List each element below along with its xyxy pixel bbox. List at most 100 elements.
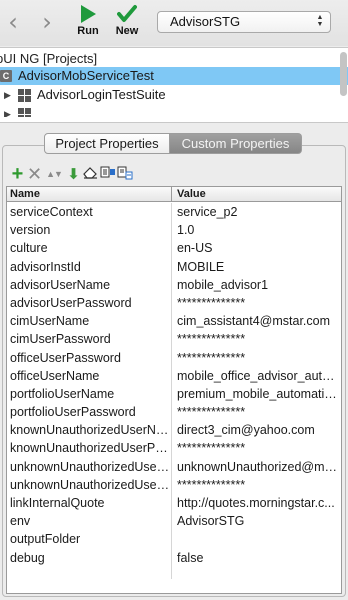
property-name-cell[interactable]: advisorUserPassword: [10, 294, 170, 312]
property-value-cell[interactable]: **************: [177, 403, 337, 421]
remove-property-x-icon[interactable]: ✕: [26, 165, 43, 183]
property-value-cell[interactable]: en-US: [177, 239, 337, 257]
table-row[interactable]: portfolioUserName premium_mobile_automati…: [7, 385, 341, 403]
environment-value: AdvisorSTG: [170, 14, 241, 29]
select-arrows-icon: ▲ ▼: [316, 14, 324, 28]
tree-item-label: AdvisorMobServiceTest: [18, 68, 154, 83]
property-value-cell[interactable]: mobile_advisor1: [177, 276, 337, 294]
tree-item-clipped[interactable]: ▶: [0, 105, 348, 117]
property-value-cell[interactable]: service_p2: [177, 203, 337, 221]
table-row[interactable]: env AdvisorSTG: [7, 512, 341, 530]
properties-panel: + ✕ ▲▼ ⬇ Name Value serviceContext servic…: [2, 145, 346, 597]
property-name-cell[interactable]: portfolioUserPassword: [10, 403, 170, 421]
property-name-cell[interactable]: serviceContext: [10, 203, 170, 221]
property-name-cell[interactable]: unknownUnauthorizedUser...: [10, 458, 170, 476]
save-properties-icon[interactable]: [116, 166, 133, 183]
expand-triangle-icon[interactable]: ▶: [4, 86, 11, 104]
table-header: Name Value: [7, 187, 341, 202]
property-name-cell[interactable]: knownUnauthorizedUserNa...: [10, 421, 170, 439]
property-name-cell[interactable]: advisorInstId: [10, 258, 170, 276]
property-value-cell[interactable]: **************: [177, 294, 337, 312]
property-name-cell[interactable]: advisorUserName: [10, 276, 170, 294]
checkmark-icon: [117, 5, 137, 22]
property-name-cell[interactable]: cimUserName: [10, 312, 170, 330]
property-name-cell[interactable]: officeUserName: [10, 367, 170, 385]
table-row[interactable]: unknownUnauthorizedUserP... *************…: [7, 476, 341, 494]
project-tree: pUI NG [Projects] C AdvisorMobServiceTes…: [0, 47, 348, 123]
clear-eraser-icon[interactable]: [82, 166, 99, 183]
property-value-cell[interactable]: MOBILE: [177, 258, 337, 276]
table-row[interactable]: advisorUserPassword **************: [7, 294, 341, 312]
expand-triangle-icon[interactable]: ▶: [4, 105, 11, 117]
column-divider[interactable]: [171, 187, 172, 202]
property-name-cell[interactable]: version: [10, 221, 170, 239]
table-row[interactable]: serviceContext service_p2: [7, 203, 341, 221]
run-label: Run: [77, 25, 99, 37]
table-row[interactable]: unknownUnauthorizedUser... unknownUnautho…: [7, 458, 341, 476]
load-properties-icon[interactable]: [99, 166, 116, 183]
table-row[interactable]: outputFolder: [7, 530, 341, 548]
property-value-cell[interactable]: **************: [177, 439, 337, 457]
property-value-cell[interactable]: premium_mobile_automatio...: [177, 385, 337, 403]
table-row[interactable]: advisorUserName mobile_advisor1: [7, 276, 341, 294]
play-icon: [81, 5, 96, 23]
property-name-cell[interactable]: unknownUnauthorizedUserP...: [10, 476, 170, 494]
property-name-cell[interactable]: outputFolder: [10, 530, 170, 548]
tab-custom-properties[interactable]: Custom Properties: [170, 133, 302, 154]
move-down-arrow-icon[interactable]: ⬇: [65, 166, 82, 183]
table-row[interactable]: linkInternalQuote http://quotes.morningst…: [7, 494, 341, 512]
property-name-cell[interactable]: portfolioUserName: [10, 385, 170, 403]
property-value-cell[interactable]: **************: [177, 330, 337, 348]
table-row[interactable]: officeUserPassword **************: [7, 349, 341, 367]
environment-select[interactable]: AdvisorSTG ▲ ▼: [157, 11, 331, 33]
property-name-cell[interactable]: culture: [10, 239, 170, 257]
tree-scrollbar-thumb[interactable]: [340, 52, 347, 96]
property-value-cell[interactable]: cim_assistant4@mstar.com: [177, 312, 337, 330]
table-row[interactable]: culture en-US: [7, 239, 341, 257]
property-name-cell[interactable]: officeUserPassword: [10, 349, 170, 367]
property-value-cell[interactable]: mobile_office_advisor_auto...: [177, 367, 337, 385]
property-name-cell[interactable]: env: [10, 512, 170, 530]
property-value-cell[interactable]: **************: [177, 349, 337, 367]
tree-item-advisor-login-test-suite[interactable]: ▶ AdvisorLoginTestSuite: [0, 86, 348, 104]
table-row[interactable]: portfolioUserPassword **************: [7, 403, 341, 421]
new-button[interactable]: New: [110, 4, 144, 37]
move-up-down-icon[interactable]: ▲▼: [43, 166, 65, 183]
tree-item-advisor-mob-service-test[interactable]: C AdvisorMobServiceTest: [0, 67, 348, 85]
property-value-cell[interactable]: unknownUnauthorized@mst...: [177, 458, 337, 476]
table-row[interactable]: version 1.0: [7, 221, 341, 239]
table-row[interactable]: cimUserPassword **************: [7, 330, 341, 348]
test-suite-grid-icon: [18, 89, 31, 102]
property-value-cell[interactable]: false: [177, 549, 337, 567]
table-row[interactable]: officeUserName mobile_office_advisor_auto…: [7, 367, 341, 385]
table-row[interactable]: advisorInstId MOBILE: [7, 258, 341, 276]
property-name-cell[interactable]: debug: [10, 549, 170, 567]
back-chevron-left-icon[interactable]: ‹: [2, 9, 24, 35]
tree-root-item[interactable]: pUI NG [Projects]: [0, 50, 344, 68]
tab-project-properties[interactable]: Project Properties: [44, 133, 170, 154]
column-header-name[interactable]: Name: [10, 187, 40, 201]
properties-toolbar: + ✕ ▲▼ ⬇: [9, 164, 133, 184]
table-body: serviceContext service_p2 version 1.0 cultur…: [7, 203, 341, 567]
forward-chevron-right-icon[interactable]: ›: [36, 9, 58, 35]
property-name-cell[interactable]: linkInternalQuote: [10, 494, 170, 512]
property-value-cell[interactable]: direct3_cim@yahoo.com: [177, 421, 337, 439]
table-row[interactable]: cimUserName cim_assistant4@mstar.com: [7, 312, 341, 330]
custom-properties-table: Name Value serviceContext service_p2 versi…: [6, 186, 342, 594]
property-value-cell[interactable]: http://quotes.morningstar.c...: [177, 494, 337, 512]
table-row[interactable]: knownUnauthorizedUserPas... *************…: [7, 439, 341, 457]
main-toolbar: ‹ › Run New AdvisorSTG ▲ ▼: [0, 0, 348, 46]
column-header-value[interactable]: Value: [177, 187, 206, 201]
run-button[interactable]: Run: [71, 4, 105, 37]
property-name-cell[interactable]: cimUserPassword: [10, 330, 170, 348]
property-value-cell[interactable]: 1.0: [177, 221, 337, 239]
property-name-cell[interactable]: knownUnauthorizedUserPas...: [10, 439, 170, 457]
property-tabs: Project Properties Custom Properties: [44, 133, 302, 154]
table-row[interactable]: knownUnauthorizedUserNa... direct3_cim@ya…: [7, 421, 341, 439]
add-property-plus-icon[interactable]: +: [9, 164, 26, 184]
table-row[interactable]: debug false: [7, 549, 341, 567]
property-value-cell[interactable]: AdvisorSTG: [177, 512, 337, 530]
property-value-cell[interactable]: **************: [177, 476, 337, 494]
tree-item-label: AdvisorLoginTestSuite: [37, 87, 166, 102]
new-label: New: [115, 25, 139, 37]
